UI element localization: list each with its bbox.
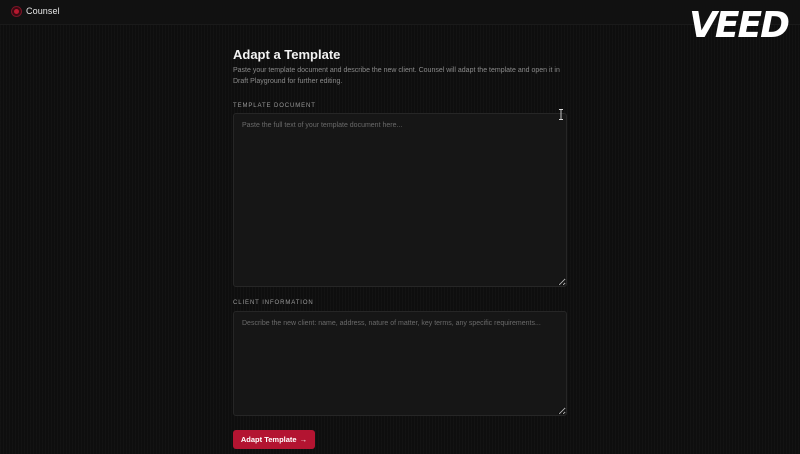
app-page: Counsel VEED Adapt a Template Paste your… — [0, 0, 800, 454]
adapt-template-button-label: Adapt Template — [240, 435, 297, 444]
template-document-label: Template Document — [233, 103, 316, 109]
text-cursor-icon — [559, 109, 563, 120]
top-bar: Counsel — [0, 0, 800, 25]
page-subtitle: Paste your template document and describ… — [233, 67, 560, 85]
app-name[interactable]: Counsel — [26, 6, 60, 16]
page-title: Adapt a Template — [233, 47, 341, 62]
arrow-right-icon: → — [299, 435, 308, 444]
client-information-label: Client Information — [233, 300, 314, 306]
adapt-template-button[interactable]: Adapt Template → — [233, 430, 315, 449]
template-document-input[interactable] — [233, 113, 567, 287]
counsel-logo-icon[interactable] — [11, 6, 22, 17]
veed-watermark: VEED — [689, 5, 790, 46]
client-information-input[interactable] — [233, 311, 567, 416]
